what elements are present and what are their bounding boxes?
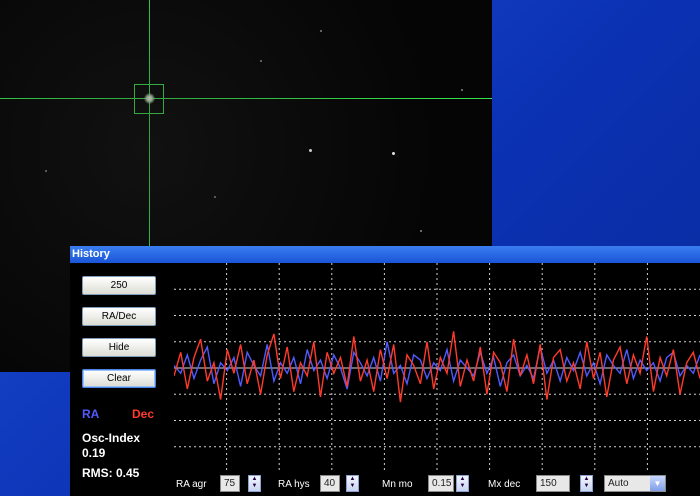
history-title-bar[interactable]: History <box>70 246 700 263</box>
guide-parameter-bar: RA agr 75 ▲ ▼ RA hys 40 ▲ ▼ Mn mo 0.15 ▲ ▼ … <box>174 473 700 496</box>
mx-dec-spinner[interactable]: ▲ ▼ <box>580 475 593 492</box>
spin-up-icon[interactable]: ▲ <box>347 476 358 483</box>
mn-mo-spinner[interactable]: ▲ ▼ <box>456 475 469 492</box>
star <box>420 230 422 232</box>
spin-up-icon[interactable]: ▲ <box>249 476 260 483</box>
dec-legend-label: Dec <box>132 407 155 421</box>
rms-readout: RMS: 0.45 <box>82 466 140 480</box>
star <box>45 170 47 172</box>
mx-dec-input[interactable]: 150 <box>536 475 570 492</box>
ra-agr-input[interactable]: 75 <box>220 475 240 492</box>
guide-star-box <box>134 84 164 114</box>
chevron-down-icon[interactable]: ▼ <box>650 476 665 491</box>
star <box>260 60 262 62</box>
star <box>309 149 312 152</box>
star <box>461 89 463 91</box>
ra-legend-label: RA <box>82 407 100 421</box>
guide-history-graph <box>174 263 700 473</box>
osc-index-value: 0.19 <box>82 446 106 460</box>
osc-index-label: Osc-Index <box>82 431 141 445</box>
dec-mode-value: Auto <box>608 478 629 489</box>
spin-up-icon[interactable]: ▲ <box>457 476 468 483</box>
star <box>392 152 395 155</box>
spin-up-icon[interactable]: ▲ <box>581 476 592 483</box>
history-window: History 250 RA/Dec Hide Clear RA Dec Osc… <box>70 246 700 496</box>
ra-hys-spinner[interactable]: ▲ ▼ <box>346 475 359 492</box>
scale-button[interactable]: 250 <box>82 276 156 295</box>
spin-down-icon[interactable]: ▼ <box>347 483 358 490</box>
star <box>320 30 322 32</box>
mx-dec-label: Mx dec <box>488 479 521 490</box>
ra-agr-spinner[interactable]: ▲ ▼ <box>248 475 261 492</box>
ra-hys-label: RA hys <box>278 479 310 490</box>
spin-down-icon[interactable]: ▼ <box>457 483 468 490</box>
ra-hys-input[interactable]: 40 <box>320 475 340 492</box>
ra-agr-label: RA agr <box>176 479 207 490</box>
clear-button[interactable]: Clear <box>82 369 156 388</box>
mn-mo-input[interactable]: 0.15 <box>428 475 454 492</box>
star <box>214 196 216 198</box>
dec-mode-dropdown[interactable]: Auto ▼ <box>604 475 666 492</box>
spin-down-icon[interactable]: ▼ <box>581 483 592 490</box>
spin-down-icon[interactable]: ▼ <box>249 483 260 490</box>
hide-button[interactable]: Hide <box>82 338 156 357</box>
ra-dec-mode-button[interactable]: RA/Dec <box>82 307 156 326</box>
crosshair-horizontal-line <box>0 98 492 99</box>
history-control-panel: 250 RA/Dec Hide Clear RA Dec Osc-Index 0… <box>70 263 174 496</box>
mn-mo-label: Mn mo <box>382 479 413 490</box>
guide-star <box>144 93 155 104</box>
